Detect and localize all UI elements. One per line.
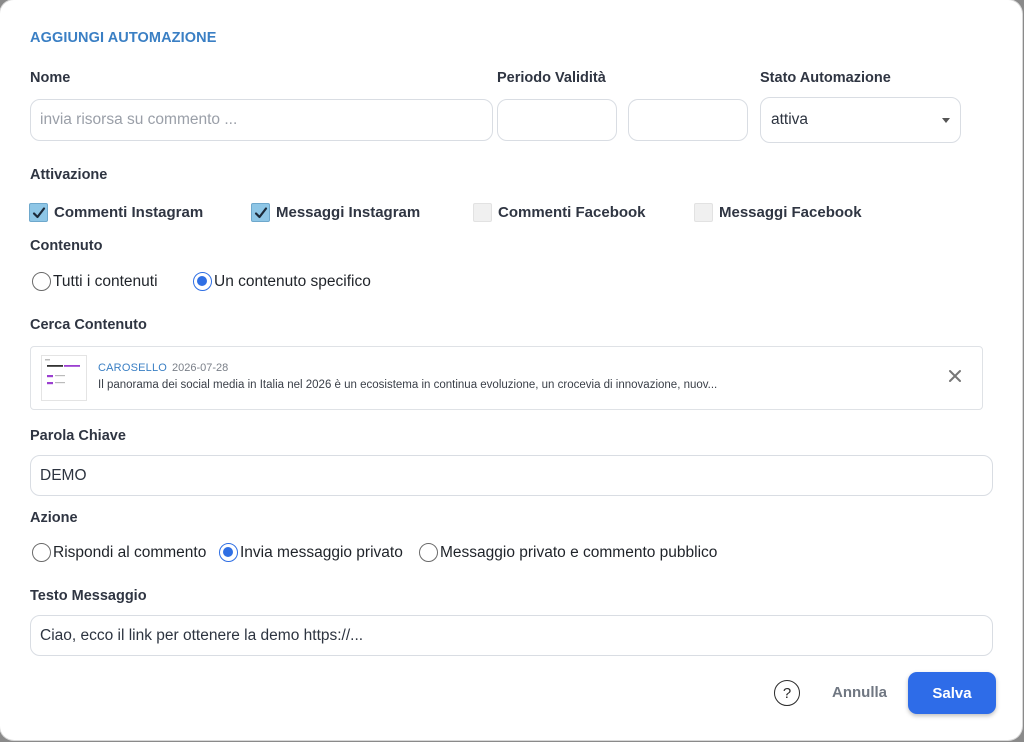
nome-label: Nome: [30, 70, 71, 86]
checkbox-checked-icon[interactable]: [251, 203, 270, 222]
close-icon[interactable]: [948, 369, 962, 383]
cancel-button[interactable]: Annulla: [832, 684, 887, 701]
radio-label: Un contenuto specifico: [214, 272, 371, 290]
radio-selected-icon[interactable]: [193, 272, 212, 291]
content-type: CAROSELLO: [98, 362, 168, 374]
radio-label: Rispondi al commento: [53, 543, 207, 561]
contenuto-label: Contenuto: [30, 238, 103, 254]
help-icon[interactable]: ?: [774, 680, 800, 706]
checkbox-commenti-facebook[interactable]: Commenti Facebook: [473, 203, 646, 222]
testo-messaggio-input[interactable]: [30, 615, 993, 656]
add-automation-dialog: AGGIUNGI AUTOMAZIONE Nome Periodo Validi…: [0, 0, 1022, 740]
stato-selected-value: attiva: [771, 111, 809, 128]
radio-tutti-contenuti[interactable]: Tutti i contenuti: [32, 272, 158, 291]
azione-label: Azione: [30, 510, 78, 526]
cerca-label: Cerca Contenuto: [30, 317, 147, 333]
parola-chiave-input[interactable]: [30, 455, 993, 496]
radio-unselected-icon[interactable]: [32, 543, 51, 562]
content-date: 2026-07-28: [172, 362, 229, 374]
radio-messaggio-privato[interactable]: Invia messaggio privato: [219, 543, 403, 562]
save-button[interactable]: Salva: [908, 672, 996, 714]
stato-select[interactable]: attiva: [760, 97, 961, 143]
checkbox-checked-icon[interactable]: [29, 203, 48, 222]
radio-label: Messaggio privato e commento pubblico: [440, 543, 718, 561]
stato-label: Stato Automazione: [760, 70, 891, 86]
parola-label: Parola Chiave: [30, 428, 126, 444]
radio-rispondi-commento[interactable]: Rispondi al commento: [32, 543, 206, 562]
checkbox-messaggi-facebook[interactable]: Messaggi Facebook: [694, 203, 862, 222]
radio-privato-e-pubblico[interactable]: Messaggio privato e commento pubblico: [419, 543, 717, 562]
radio-label: Tutti i contenuti: [53, 272, 158, 290]
radio-contenuto-specifico[interactable]: Un contenuto specifico: [193, 272, 371, 291]
attivazione-label: Attivazione: [30, 167, 108, 183]
radio-selected-icon[interactable]: [219, 543, 238, 562]
content-description: Il panorama dei social media in Italia n…: [98, 379, 718, 391]
chevron-down-icon: [942, 117, 950, 123]
nome-input[interactable]: [30, 99, 493, 141]
checkbox-unchecked-icon[interactable]: [473, 203, 492, 222]
periodo-start-input[interactable]: [497, 99, 617, 141]
radio-label: Invia messaggio privato: [240, 543, 403, 561]
dialog-title: AGGIUNGI AUTOMAZIONE: [30, 30, 217, 46]
testo-label: Testo Messaggio: [30, 588, 147, 604]
checkbox-unchecked-icon[interactable]: [694, 203, 713, 222]
radio-unselected-icon[interactable]: [419, 543, 438, 562]
content-thumbnail: [41, 355, 87, 401]
radio-unselected-icon[interactable]: [32, 272, 51, 291]
content-result-card[interactable]: CAROSELLO 2026-07-28 Il panorama dei soc…: [30, 346, 983, 410]
periodo-label: Periodo Validità: [497, 70, 606, 86]
checkbox-messaggi-instagram[interactable]: Messaggi Instagram: [251, 203, 420, 222]
periodo-end-input[interactable]: [628, 99, 748, 141]
checkbox-label: Commenti Facebook: [498, 204, 646, 221]
checkbox-commenti-instagram[interactable]: Commenti Instagram: [29, 203, 203, 222]
checkbox-label: Messaggi Instagram: [276, 204, 421, 221]
checkbox-label: Commenti Instagram: [54, 204, 204, 221]
checkbox-label: Messaggi Facebook: [719, 204, 862, 221]
